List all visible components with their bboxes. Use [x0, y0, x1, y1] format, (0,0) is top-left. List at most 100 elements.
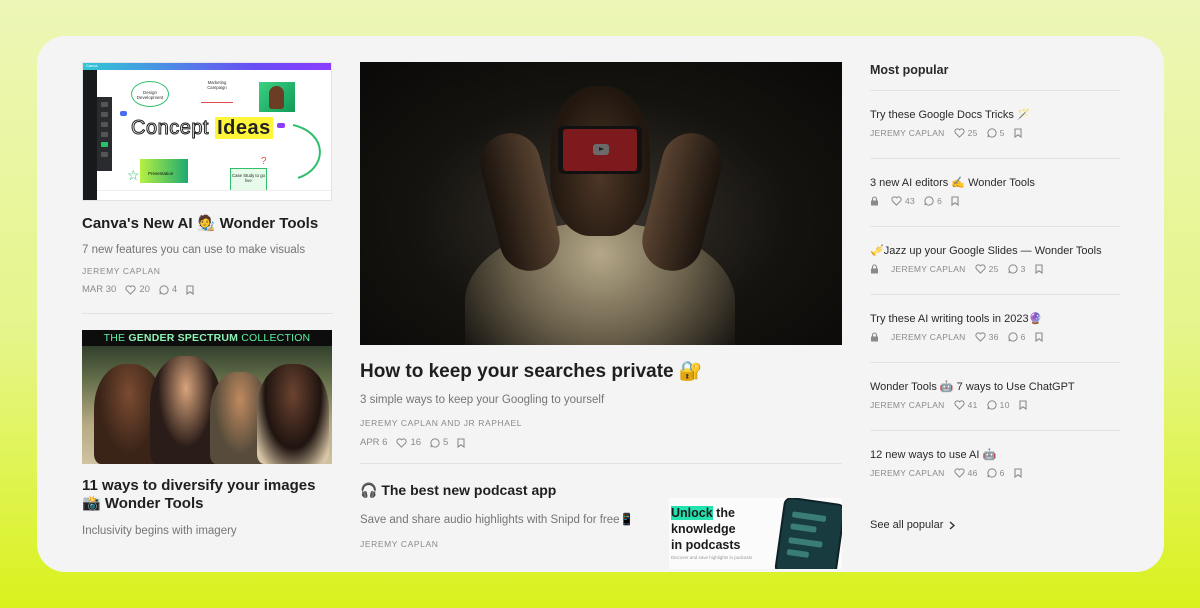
bookmark-button[interactable] [457, 437, 468, 448]
like-button[interactable]: 43 [891, 196, 915, 206]
heart-icon [954, 468, 965, 478]
comment-icon [987, 468, 997, 478]
bookmark-button[interactable] [1035, 264, 1046, 274]
featured-meta: APR 6 16 5 [360, 437, 842, 448]
popular-item[interactable]: 3 new AI editors ✍️ Wonder Tools 43 6 [870, 159, 1120, 227]
like-button[interactable]: 46 [954, 468, 978, 478]
featured-title[interactable]: How to keep your searches private 🔐 [360, 360, 842, 384]
design-bubble: Design Development [131, 81, 169, 107]
divider [82, 313, 333, 314]
person-4 [257, 364, 329, 464]
popular-item-title[interactable]: Try these AI writing tools in 2023🔮 [870, 312, 1120, 325]
popular-item[interactable]: 12 new ways to use AI 🤖 JEREMY CAPLAN 46 6 [870, 431, 1120, 499]
popular-item-author[interactable]: JEREMY CAPLAN [870, 400, 945, 410]
popular-item-meta: 43 6 [870, 196, 1120, 206]
canva-label: Canva [86, 63, 98, 68]
popular-item-meta: JEREMY CAPLAN 46 6 [870, 468, 1120, 478]
comment-icon [1008, 264, 1018, 274]
popular-item-author[interactable]: JEREMY CAPLAN [891, 264, 966, 274]
popular-item-title[interactable]: Try these Google Docs Tricks 🪄 [870, 108, 1120, 121]
bookmark-icon [951, 196, 959, 206]
like-button[interactable]: 25 [954, 128, 978, 138]
bookmark-button[interactable] [951, 196, 962, 206]
popular-item-title[interactable]: 3 new AI editors ✍️ Wonder Tools [870, 176, 1120, 189]
phone-image [558, 126, 642, 174]
bookmark-icon [1019, 400, 1027, 410]
case-study-box: Case Study to go live [230, 168, 267, 192]
article-title[interactable]: Canva's New AI 🧑‍🎨 Wonder Tools [82, 214, 333, 234]
like-button[interactable]: 41 [954, 400, 978, 410]
like-button[interactable]: 36 [975, 332, 999, 342]
canva-tool-panel [97, 97, 112, 171]
comment-icon [159, 284, 169, 295]
popular-item[interactable]: Try these AI writing tools in 2023🔮 JEREM… [870, 295, 1120, 363]
concept-ideas-text: Concept Ideas [131, 117, 273, 140]
star-doodle-icon: ☆ [127, 167, 140, 183]
popular-item[interactable]: Wonder Tools 🤖 7 ways to Use ChatGPT JERE… [870, 363, 1120, 431]
podcast-title[interactable]: 🎧 The best new podcast app [360, 482, 842, 499]
like-button[interactable]: 20 [125, 284, 150, 295]
heart-icon [125, 284, 136, 295]
content-card: Canva Design Development Marketing Campa… [37, 36, 1164, 572]
paywall-lock [870, 264, 882, 274]
comment-icon [924, 196, 934, 206]
article-title[interactable]: 11 ways to diversify your images 📸 Wonde… [82, 477, 333, 513]
promo-caption: Discover and save highlights in podcasts [671, 555, 753, 560]
comment-button[interactable]: 5 [987, 128, 1005, 138]
popular-item[interactable]: 🎺Jazz up your Google Slides — Wonder Too… [870, 227, 1120, 295]
lock-icon [871, 196, 878, 206]
popular-item-title[interactable]: 🎺Jazz up your Google Slides — Wonder Too… [870, 244, 1120, 257]
canva-thumbnail[interactable]: Canva Design Development Marketing Campa… [82, 62, 332, 201]
popular-item-author[interactable]: JEREMY CAPLAN [870, 468, 945, 478]
comment-icon [987, 128, 997, 138]
comment-icon [430, 437, 440, 448]
article-author[interactable]: JEREMY CAPLAN [82, 266, 333, 276]
gender-spectrum-thumbnail[interactable]: THE GENDER SPECTRUM COLLECTION [82, 330, 332, 464]
bookmark-icon [1014, 468, 1022, 478]
comment-button[interactable]: 6 [924, 196, 942, 206]
comment-button[interactable]: 3 [1008, 264, 1026, 274]
article-podcast[interactable]: 🎧 The best new podcast app Save and shar… [360, 482, 842, 572]
like-button[interactable]: 16 [396, 437, 421, 448]
heart-icon [891, 196, 902, 206]
bookmark-button[interactable] [1014, 128, 1025, 138]
comment-button[interactable]: 6 [987, 468, 1005, 478]
popular-item-meta: JEREMY CAPLAN 25 3 [870, 264, 1120, 274]
article-subtitle: 7 new features you can use to make visua… [82, 244, 306, 256]
popular-item[interactable]: Try these Google Docs Tricks 🪄 JEREMY CAP… [870, 91, 1120, 159]
bookmark-button[interactable] [1019, 400, 1030, 410]
featured-image[interactable] [360, 62, 842, 345]
like-button[interactable]: 25 [975, 264, 999, 274]
featured-date: APR 6 [360, 437, 388, 448]
heart-icon [396, 437, 408, 448]
featured-author[interactable]: JEREMY CAPLAN AND JR RAPHAEL [360, 418, 842, 428]
popular-item-author[interactable]: JEREMY CAPLAN [870, 128, 945, 138]
comment-button[interactable]: 5 [430, 437, 448, 448]
phone-screen [563, 129, 637, 171]
divider [360, 463, 842, 464]
comment-button[interactable]: 6 [1008, 332, 1026, 342]
article-gender[interactable]: THE GENDER SPECTRUM COLLECTION 11 ways t… [82, 330, 333, 539]
popular-item-title[interactable]: 12 new ways to use AI 🤖 [870, 448, 1120, 461]
popular-item-title[interactable]: Wonder Tools 🤖 7 ways to Use ChatGPT [870, 380, 1120, 393]
popular-item-author[interactable]: JEREMY CAPLAN [891, 332, 966, 342]
canva-toolbar: Canva [83, 63, 331, 70]
most-popular-heading: Most popular [870, 62, 1120, 91]
heart-icon [975, 264, 986, 274]
bookmark-button[interactable] [1035, 332, 1046, 342]
curve-arrow-icon [292, 124, 321, 179]
snipd-thumbnail[interactable]: Unlock the knowledge in podcasts Discove… [669, 498, 842, 569]
left-column: Canva Design Development Marketing Campa… [82, 62, 333, 539]
comment-button[interactable]: 4 [159, 284, 177, 295]
promo-phone [773, 498, 842, 569]
featured-subtitle: 3 simple ways to keep your Googling to y… [360, 394, 605, 406]
article-canva[interactable]: Canva Design Development Marketing Campa… [82, 62, 333, 295]
see-all-popular-link[interactable]: See all popular [870, 519, 1120, 531]
bookmark-button[interactable] [186, 284, 197, 295]
bookmark-button[interactable] [1014, 468, 1025, 478]
popular-item-meta: JEREMY CAPLAN 25 5 [870, 128, 1120, 138]
article-meta: MAR 30 20 4 [82, 284, 333, 295]
comment-button[interactable]: 10 [987, 400, 1010, 410]
bookmark-icon [1014, 128, 1022, 138]
bookmark-icon [457, 437, 465, 448]
